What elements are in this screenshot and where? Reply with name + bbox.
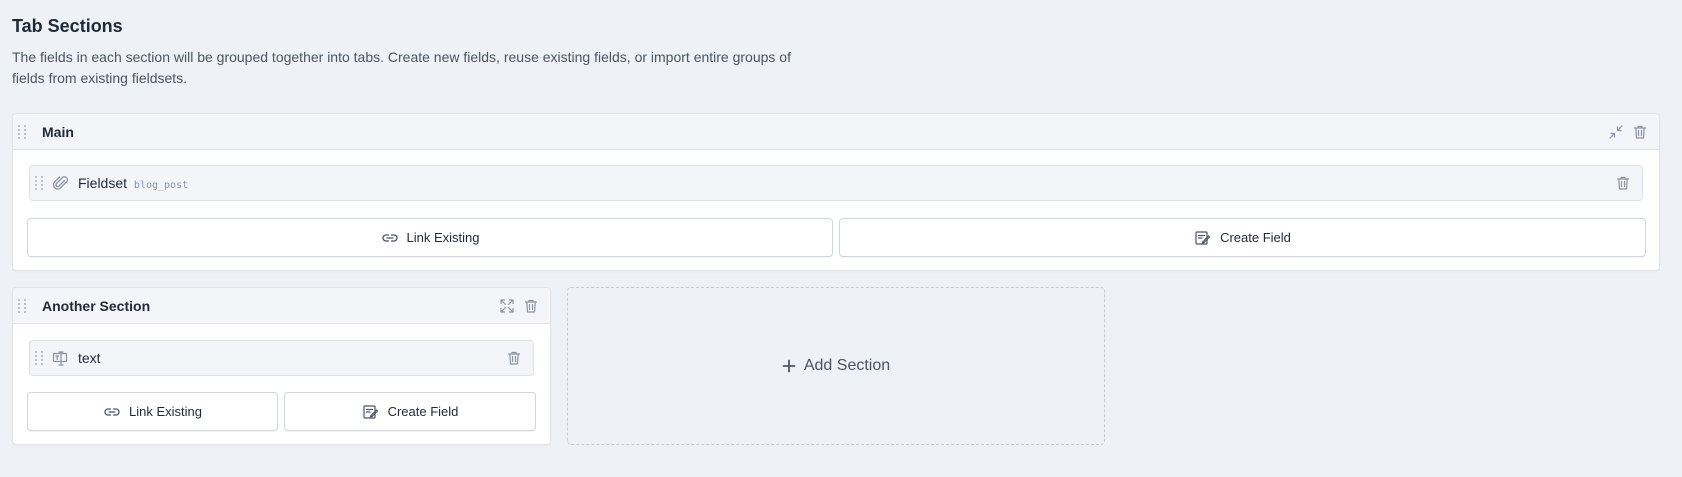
create-field-label: Create Field (1220, 230, 1291, 245)
field-row-text[interactable]: text (29, 340, 534, 376)
link-icon (381, 233, 398, 242)
field-drag-handle[interactable] (34, 173, 44, 193)
text-field-icon (52, 349, 70, 367)
trash-icon[interactable] (522, 297, 540, 315)
page-description: The fields in each section will be group… (12, 49, 791, 86)
page-title: Tab Sections (12, 16, 123, 36)
trash-icon[interactable] (1631, 123, 1649, 141)
section-drag-handle[interactable] (17, 296, 27, 316)
section-drag-handle[interactable] (17, 122, 27, 142)
create-field-icon (362, 404, 378, 419)
create-field-button[interactable]: Create Field (839, 218, 1646, 257)
field-label[interactable]: text (78, 350, 101, 366)
add-section-label: Add Section (803, 357, 891, 374)
plus-icon (782, 359, 796, 373)
create-field-button[interactable]: Create Field (284, 392, 536, 431)
create-field-label: Create Field (387, 404, 459, 419)
section-header: Main (13, 114, 1659, 150)
link-existing-label: Link Existing (406, 230, 480, 245)
section-another: Another Section text Link Existing Creat… (12, 287, 551, 445)
paperclip-icon (52, 174, 70, 192)
link-existing-button[interactable]: Link Existing (27, 392, 278, 431)
field-label-group: Fieldset blog_post (78, 175, 188, 191)
field-handle: blog_post (133, 180, 189, 191)
field-drag-handle[interactable] (34, 348, 44, 368)
link-existing-label: Link Existing (129, 404, 202, 419)
section-header: Another Section (13, 288, 550, 324)
section-title[interactable]: Another Section (42, 298, 150, 314)
trash-icon[interactable] (1614, 174, 1632, 192)
link-existing-button[interactable]: Link Existing (27, 218, 833, 257)
expand-icon[interactable] (498, 297, 516, 315)
trash-icon[interactable] (505, 349, 523, 367)
field-row-fieldset[interactable]: Fieldset blog_post (29, 165, 1643, 201)
section-main: Main Fieldset blog_post Link Existing Cr… (12, 113, 1660, 271)
section-title[interactable]: Main (42, 124, 74, 140)
collapse-icon[interactable] (1607, 123, 1625, 141)
field-label[interactable]: Fieldset (78, 175, 127, 191)
add-section-button[interactable]: Add Section (567, 287, 1105, 445)
create-field-icon (1195, 230, 1211, 245)
link-icon (104, 407, 120, 416)
